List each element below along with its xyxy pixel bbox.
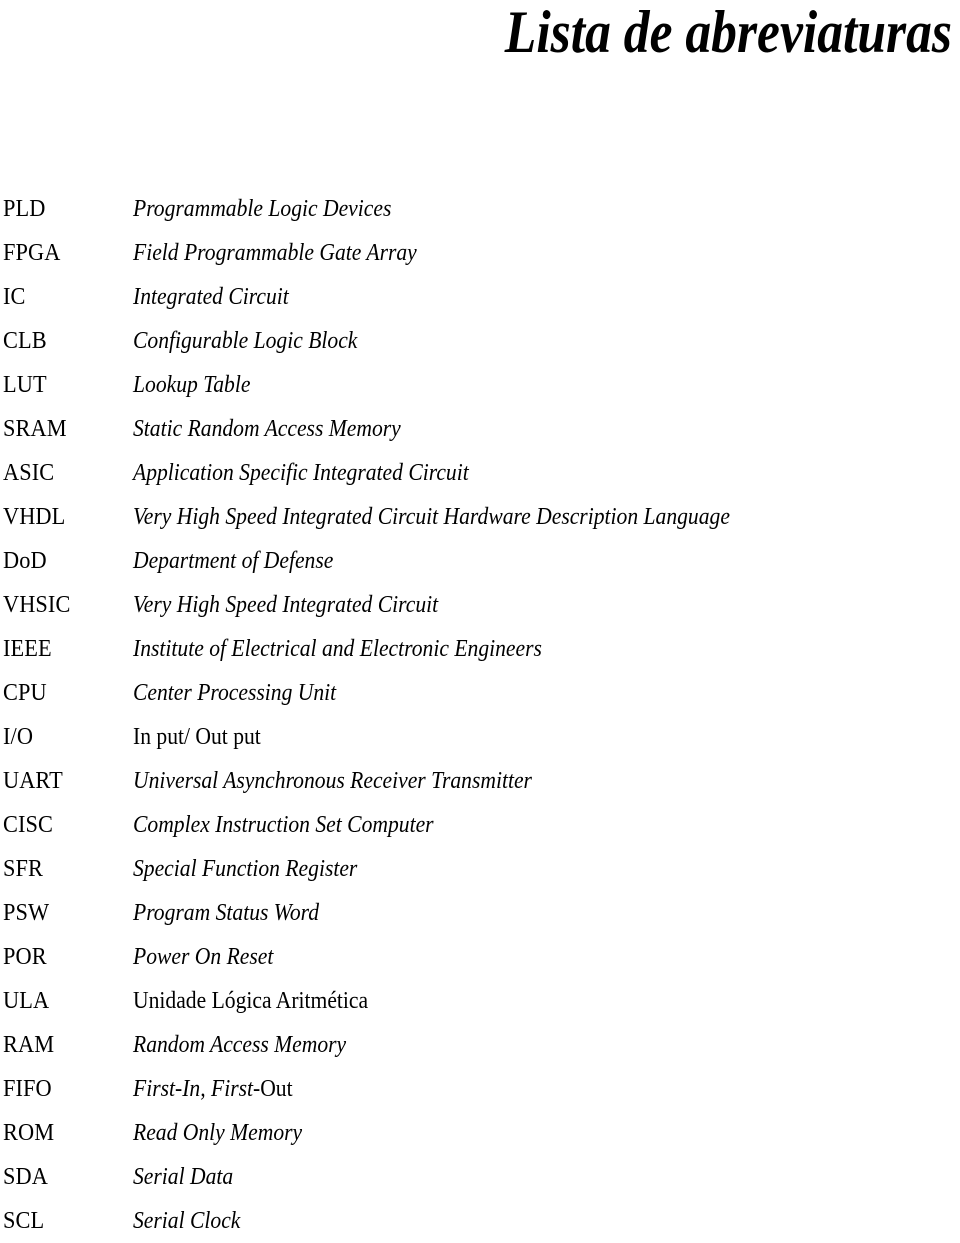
abbreviation-term: LUT [3,372,47,398]
definition-italic-part: First-In, First- [133,1076,261,1102]
abbreviation-row: SRAM Static Random Access Memory [0,407,960,451]
abbreviation-row: SCL Serial Clock [0,1199,960,1243]
abbreviation-definition: Program Status Word [133,900,320,926]
abbreviation-row: PSW Program Status Word [0,891,960,935]
abbreviation-definition: Field Programmable Gate Array [133,240,417,266]
abbreviation-row: SFR Special Function Register [0,847,960,891]
abbreviation-row: ULA Unidade Lógica Aritmética [0,979,960,1023]
abbreviation-row: DoD Department of Defense [0,539,960,583]
abbreviation-term: ASIC [3,460,55,486]
abbreviation-term: PSW [3,900,50,926]
abbreviation-definition: Complex Instruction Set Computer [133,812,434,838]
document-page: Lista de abreviaturas PLD Programmable Lo… [0,0,960,1234]
abbreviation-definition: Application Specific Integrated Circuit [133,460,469,486]
abbreviation-definition: Very High Speed Integrated Circuit Hardw… [133,504,730,530]
abbreviation-term: VHDL [3,504,66,530]
abbreviation-definition: Center Processing Unit [133,680,337,706]
abbreviation-term: SDA [3,1164,48,1190]
abbreviation-term: ROM [3,1120,55,1146]
abbreviation-row: RAM Random Access Memory [0,1023,960,1067]
abbreviation-definition: Universal Asynchronous Receiver Transmit… [133,768,532,794]
abbreviation-definition: Very High Speed Integrated Circuit [133,592,439,618]
abbreviation-definition: Serial Data [133,1164,234,1190]
page-title: Lista de abreviaturas [504,0,952,65]
abbreviation-row: POR Power On Reset [0,935,960,979]
abbreviation-row: PLD Programmable Logic Devices [0,187,960,231]
abbreviation-term: RAM [3,1032,55,1058]
abbreviation-definition: Read Only Memory [133,1120,303,1146]
abbreviation-list: PLD Programmable Logic Devices FPGA Field P… [0,187,960,1243]
abbreviation-row: CLB Configurable Logic Block [0,319,960,363]
abbreviation-term: IC [3,284,26,310]
abbreviation-row: VHDL Very High Speed Integrated Circuit H… [0,495,960,539]
abbreviation-row: LUT Lookup Table [0,363,960,407]
abbreviation-term: FPGA [3,240,61,266]
abbreviation-row: SDA Serial Data [0,1155,960,1199]
abbreviation-definition: Institute of Electrical and Electronic E… [133,636,542,662]
abbreviation-definition: Serial Clock [133,1208,241,1234]
abbreviation-row: IEEE Institute of Electrical and Electron… [0,627,960,671]
abbreviation-definition: Unidade Lógica Aritmética [133,988,369,1014]
abbreviation-definition: Random Access Memory [133,1032,347,1058]
abbreviation-row: FIFO First-In, First-Out [0,1067,960,1111]
abbreviation-definition: Static Random Access Memory [133,416,401,442]
abbreviation-term: DoD [3,548,47,574]
abbreviation-definition: Power On Reset [133,944,274,970]
abbreviation-row: CPU Center Processing Unit [0,671,960,715]
abbreviation-row: IC Integrated Circuit [0,275,960,319]
abbreviation-row: I/O In put/ Out put [0,715,960,759]
abbreviation-definition: First-In, First-Out [133,1067,293,1111]
abbreviation-term: I/O [3,724,34,750]
abbreviation-term: POR [3,944,47,970]
abbreviation-row: ROM Read Only Memory [0,1111,960,1155]
abbreviation-definition: Department of Defense [133,548,334,574]
abbreviation-term: IEEE [3,636,52,662]
abbreviation-definition: Configurable Logic Block [133,328,358,354]
abbreviation-term: CISC [3,812,54,838]
abbreviation-term: FIFO [3,1076,52,1102]
abbreviation-row: CISC Complex Instruction Set Computer [0,803,960,847]
abbreviation-row: ASIC Application Specific Integrated Circ… [0,451,960,495]
abbreviation-term: SCL [3,1208,45,1234]
abbreviation-definition: Programmable Logic Devices [133,196,392,222]
abbreviation-term: ULA [3,988,50,1014]
abbreviation-term: VHSIC [3,592,71,618]
abbreviation-term: SFR [3,856,44,882]
abbreviation-definition: Special Function Register [133,856,358,882]
abbreviation-row: UART Universal Asynchronous Receiver Tran… [0,759,960,803]
abbreviation-term: SRAM [3,416,67,442]
abbreviation-term: CPU [3,680,47,706]
abbreviation-definition: Lookup Table [133,372,251,398]
abbreviation-term: CLB [3,328,47,354]
abbreviation-row: FPGA Field Programmable Gate Array [0,231,960,275]
definition-roman-part: Out [260,1076,293,1102]
abbreviation-definition: Integrated Circuit [133,284,289,310]
abbreviation-row: VHSIC Very High Speed Integrated Circuit [0,583,960,627]
abbreviation-definition: In put/ Out put [133,724,261,750]
abbreviation-term: UART [3,768,63,794]
abbreviation-term: PLD [3,196,46,222]
